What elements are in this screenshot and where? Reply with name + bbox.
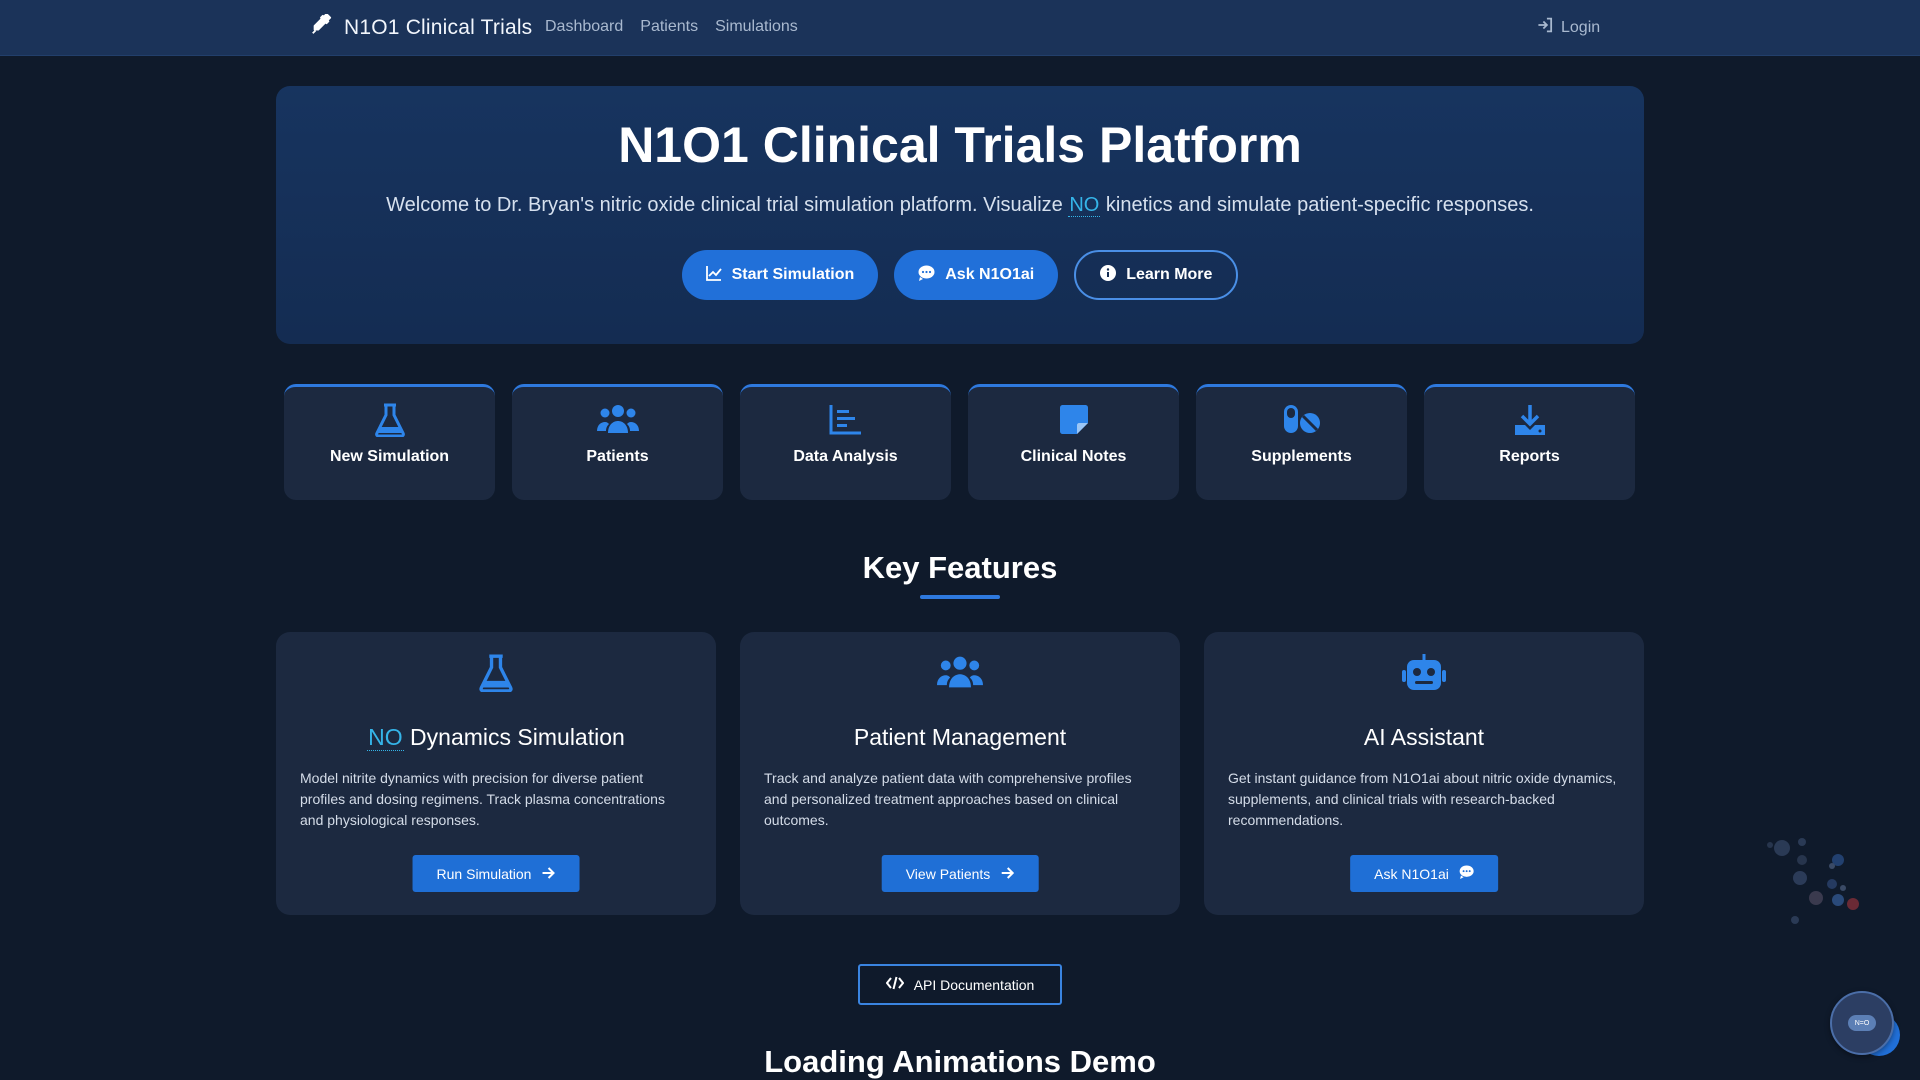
- tile-reports[interactable]: Reports: [1424, 384, 1635, 500]
- ask-ai-label: Ask N1O1ai: [945, 266, 1035, 283]
- login-link[interactable]: Login: [1537, 17, 1600, 38]
- ask-ai-card-label: Ask N1O1ai: [1374, 865, 1449, 882]
- features-grid: NO Dynamics Simulation Model nitrite dyn…: [276, 632, 1644, 915]
- nav-links: Dashboard Patients Simulations: [545, 18, 798, 36]
- run-simulation-button[interactable]: Run Simulation: [412, 855, 580, 892]
- api-documentation-button[interactable]: API Documentation: [858, 964, 1062, 1005]
- feature-card-ai-assistant: AI Assistant Get instant guidance from N…: [1204, 632, 1644, 915]
- brand-link[interactable]: N1O1 Clinical Trials: [310, 13, 533, 41]
- download-icon: [1513, 403, 1547, 439]
- hero-banner: N1O1 Clinical Trials Platform Welcome to…: [276, 86, 1644, 344]
- feature-title: AI Assistant: [1363, 724, 1485, 750]
- hero-actions: Start Simulation Ask N1O1ai Learn More: [276, 250, 1644, 300]
- feature-card-patient-management: Patient Management Track and analyze pat…: [740, 632, 1180, 915]
- tile-label: Patients: [586, 448, 649, 465]
- quick-actions: New Simulation Patients Data Analysis Cl…: [284, 384, 1635, 500]
- arrow-right-icon: [541, 866, 555, 882]
- flask-icon: [374, 403, 405, 439]
- nav-link-patients[interactable]: Patients: [640, 18, 698, 36]
- n-o-molecule-icon: N=O: [1848, 1015, 1876, 1031]
- run-simulation-label: Run Simulation: [436, 865, 532, 882]
- feature-card-no-dynamics: NO Dynamics Simulation Model nitrite dyn…: [276, 632, 716, 915]
- no-abbreviation[interactable]: NO: [1068, 194, 1101, 217]
- navbar: N1O1 Clinical Trials Dashboard Patients …: [0, 0, 1920, 56]
- chat-fab-button[interactable]: N=O: [1830, 991, 1894, 1055]
- chat-fab-label: N=O: [1854, 1019, 1870, 1027]
- feature-description: Get instant guidance from N1O1ai about n…: [1228, 770, 1617, 828]
- tile-patients[interactable]: Patients: [512, 384, 723, 500]
- tile-supplements[interactable]: Supplements: [1196, 384, 1407, 500]
- tile-label: Reports: [1499, 448, 1560, 465]
- feature-title-text: Dynamics Simulation: [403, 724, 625, 750]
- tile-data-analysis[interactable]: Data Analysis: [740, 384, 951, 500]
- start-simulation-label: Start Simulation: [731, 266, 855, 283]
- tile-label: Data Analysis: [793, 448, 898, 465]
- view-patients-button[interactable]: View Patients: [881, 855, 1039, 892]
- flask-icon: [479, 654, 513, 697]
- sign-in-icon: [1537, 17, 1554, 38]
- note-icon: [1059, 403, 1089, 439]
- feature-title: NO Dynamics Simulation: [276, 724, 716, 751]
- users-icon: [937, 654, 983, 695]
- ask-ai-card-button[interactable]: Ask N1O1ai: [1350, 855, 1498, 892]
- feature-title: Patient Management: [853, 724, 1067, 750]
- brand-title: N1O1 Clinical Trials: [344, 15, 533, 39]
- nav-link-simulations[interactable]: Simulations: [715, 18, 798, 36]
- pills-icon: [1282, 403, 1322, 439]
- nav-link-dashboard[interactable]: Dashboard: [545, 18, 623, 36]
- tile-label: Clinical Notes: [1020, 448, 1127, 465]
- line-chart-icon: [705, 265, 722, 286]
- tile-new-simulation[interactable]: New Simulation: [284, 384, 495, 500]
- api-documentation-label: API Documentation: [913, 976, 1035, 993]
- learn-more-button[interactable]: Learn More: [1074, 250, 1239, 300]
- hero-subtitle-after: kinetics and simulate patient-specific r…: [1100, 194, 1534, 216]
- view-patients-label: View Patients: [905, 865, 991, 882]
- syringe-icon: [310, 13, 332, 41]
- tile-clinical-notes[interactable]: Clinical Notes: [968, 384, 1179, 500]
- bar-chart-icon: [829, 403, 863, 439]
- no-abbreviation[interactable]: NO: [367, 724, 404, 751]
- start-simulation-button[interactable]: Start Simulation: [681, 250, 879, 300]
- comment-dots-icon: [1459, 865, 1474, 882]
- robot-icon: [1401, 654, 1447, 697]
- info-circle-icon: [1100, 264, 1117, 286]
- feature-description: Model nitrite dynamics with precision fo…: [300, 770, 665, 828]
- hero-subtitle-before: Welcome to Dr. Bryan's nitric oxide clin…: [386, 194, 1069, 216]
- login-label: Login: [1561, 18, 1601, 36]
- heading-underline: [920, 595, 1000, 599]
- hero-subtitle: Welcome to Dr. Bryan's nitric oxide clin…: [276, 194, 1644, 217]
- comment-dots-icon: [918, 265, 935, 286]
- feature-description: Track and analyze patient data with comp…: [764, 770, 1132, 828]
- arrow-right-icon: [1000, 866, 1014, 882]
- users-icon: [596, 403, 639, 439]
- hero-title: N1O1 Clinical Trials Platform: [618, 117, 1302, 173]
- code-icon: [885, 976, 904, 993]
- key-features-heading: Key Features: [862, 550, 1058, 585]
- tile-label: Supplements: [1251, 448, 1352, 465]
- molecule-decoration: [1767, 838, 1859, 924]
- ask-ai-button[interactable]: Ask N1O1ai: [894, 250, 1059, 300]
- learn-more-label: Learn More: [1126, 266, 1213, 283]
- loading-animations-heading: Loading Animations Demo: [764, 1044, 1156, 1079]
- tile-label: New Simulation: [329, 448, 450, 465]
